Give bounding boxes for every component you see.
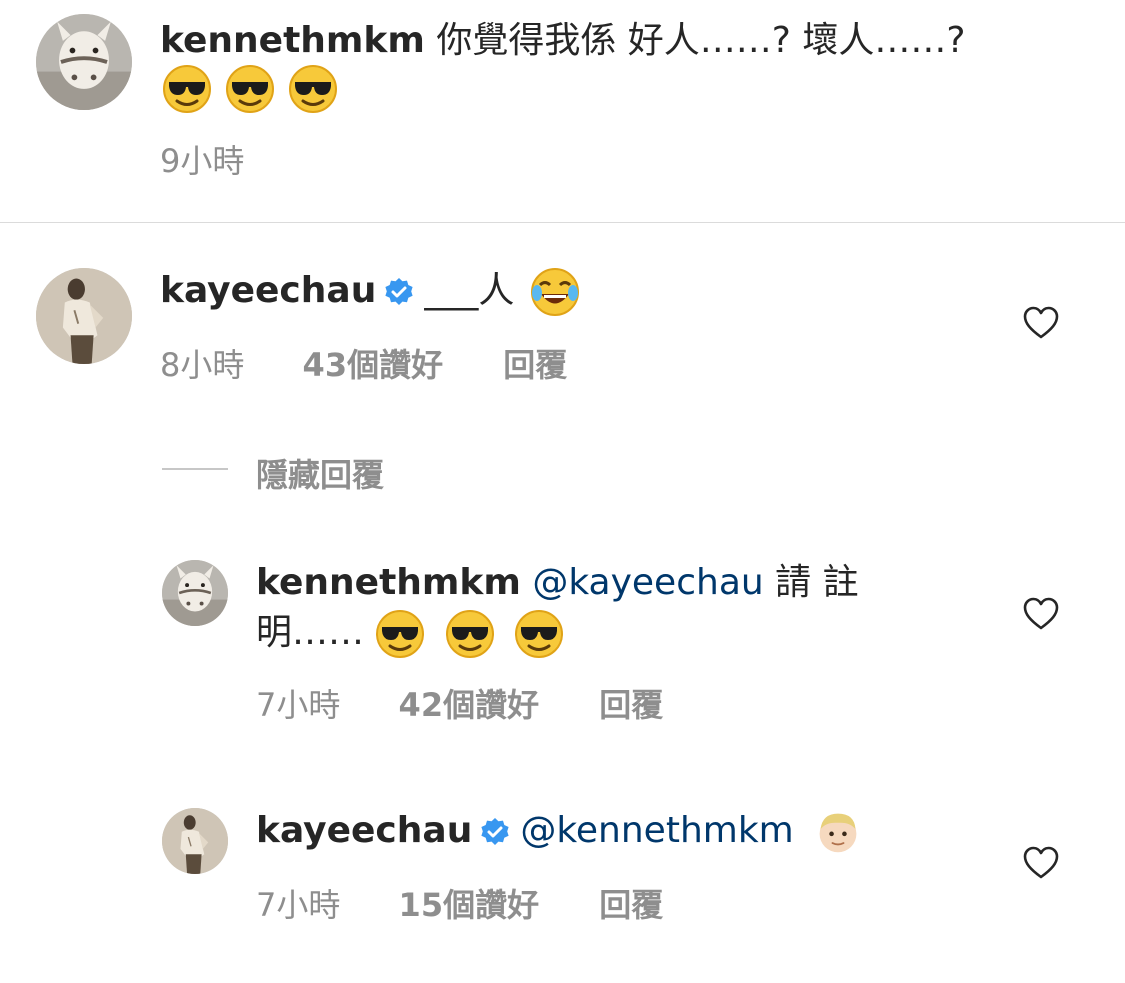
sunglasses-face-icon [375, 609, 425, 659]
reply-meta: 7小時 15個讚好 回覆 [256, 880, 663, 926]
reply-body-line1: 請 註 [775, 562, 859, 603]
reply-timestamp: 7小時 [256, 886, 341, 924]
reply-text: kayeechau @kennethmkm [256, 804, 869, 858]
verified-badge-icon [384, 277, 414, 307]
like-count[interactable]: 15個讚好 [399, 886, 540, 924]
reply-button[interactable]: 回覆 [503, 346, 567, 384]
reply-button[interactable]: 回覆 [599, 886, 663, 924]
avatar[interactable] [162, 808, 228, 874]
hide-replies-line [162, 468, 228, 470]
reply-text-line2: 明…… [256, 606, 572, 660]
reply-meta: 7小時 42個讚好 回覆 [256, 680, 663, 726]
like-count[interactable]: 42個讚好 [399, 686, 540, 724]
avatar[interactable] [36, 14, 132, 110]
comment-text: kennethmkm 你覺得我係 好人……? 壞人……? [160, 14, 965, 68]
verified-badge-icon [480, 817, 510, 847]
avatar[interactable] [162, 560, 228, 626]
username-link[interactable]: kennethmkm [256, 562, 521, 603]
heart-icon[interactable] [1022, 846, 1060, 880]
comment-text: kayeechau ___人 [160, 264, 588, 318]
divider [0, 222, 1125, 223]
sunglasses-face-icon [445, 609, 495, 659]
reply-button[interactable]: 回覆 [599, 686, 663, 724]
avatar-image [162, 808, 228, 874]
avatar[interactable] [36, 268, 132, 364]
reply-timestamp: 7小時 [256, 686, 341, 724]
comment-meta: 8小時 43個讚好 回覆 [160, 340, 567, 386]
username-link[interactable]: kayeechau [160, 270, 376, 311]
tears-of-joy-face-icon [530, 267, 580, 317]
blond-person-face-icon [815, 809, 861, 855]
avatar-image [36, 14, 132, 110]
sunglasses-face-icon [225, 64, 275, 114]
reply-text: kennethmkm @kayeechau 請 註 [256, 556, 859, 610]
mention-link[interactable]: @kennethmkm [520, 810, 793, 851]
reply-body-line2: 明…… [256, 612, 365, 653]
like-count[interactable]: 43個讚好 [303, 346, 444, 384]
heart-icon[interactable] [1022, 306, 1060, 340]
comment-body: ___人 [424, 270, 515, 311]
comment-timestamp: 9小時 [160, 142, 245, 180]
mention-link[interactable]: @kayeechau [532, 562, 763, 603]
comment-body: 你覺得我係 好人……? 壞人……? [436, 20, 966, 61]
hide-replies-button[interactable]: 隱藏回覆 [256, 450, 384, 496]
comment-timestamp: 8小時 [160, 346, 245, 384]
avatar-image [36, 268, 132, 364]
sunglasses-face-icon [288, 64, 338, 114]
heart-icon[interactable] [1022, 597, 1060, 631]
emoji-row [162, 64, 346, 114]
username-link[interactable]: kayeechau [256, 810, 472, 851]
avatar-image [162, 560, 228, 626]
sunglasses-face-icon [514, 609, 564, 659]
username-link[interactable]: kennethmkm [160, 20, 425, 61]
sunglasses-face-icon [162, 64, 212, 114]
